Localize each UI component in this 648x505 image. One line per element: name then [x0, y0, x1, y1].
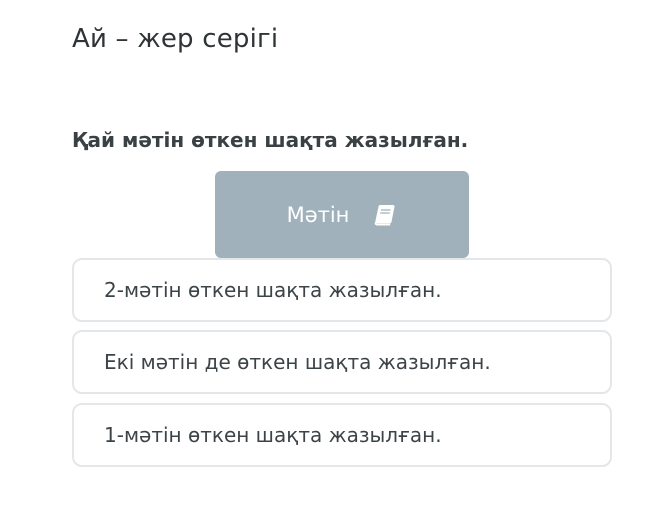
- open-text-button-label: Мәтін: [286, 202, 350, 227]
- page-title: Ай – жер серігі: [72, 24, 279, 54]
- answer-option-label: 1-мәтін өткен шақта жазылған.: [104, 423, 442, 447]
- answer-option-2[interactable]: Екі мәтін де өткен шақта жазылған.: [72, 330, 612, 394]
- answer-option-label: Екі мәтін де өткен шақта жазылған.: [104, 350, 491, 374]
- answer-option-3[interactable]: 1-мәтін өткен шақта жазылған.: [72, 403, 612, 467]
- question-text: Қай мәтін өткен шақта жазылған.: [72, 128, 469, 152]
- answer-option-1[interactable]: 2-мәтін өткен шақта жазылған.: [72, 258, 612, 322]
- answer-option-label: 2-мәтін өткен шақта жазылған.: [104, 278, 442, 302]
- open-text-button[interactable]: Мәтін: [215, 171, 469, 258]
- book-icon: [371, 202, 397, 228]
